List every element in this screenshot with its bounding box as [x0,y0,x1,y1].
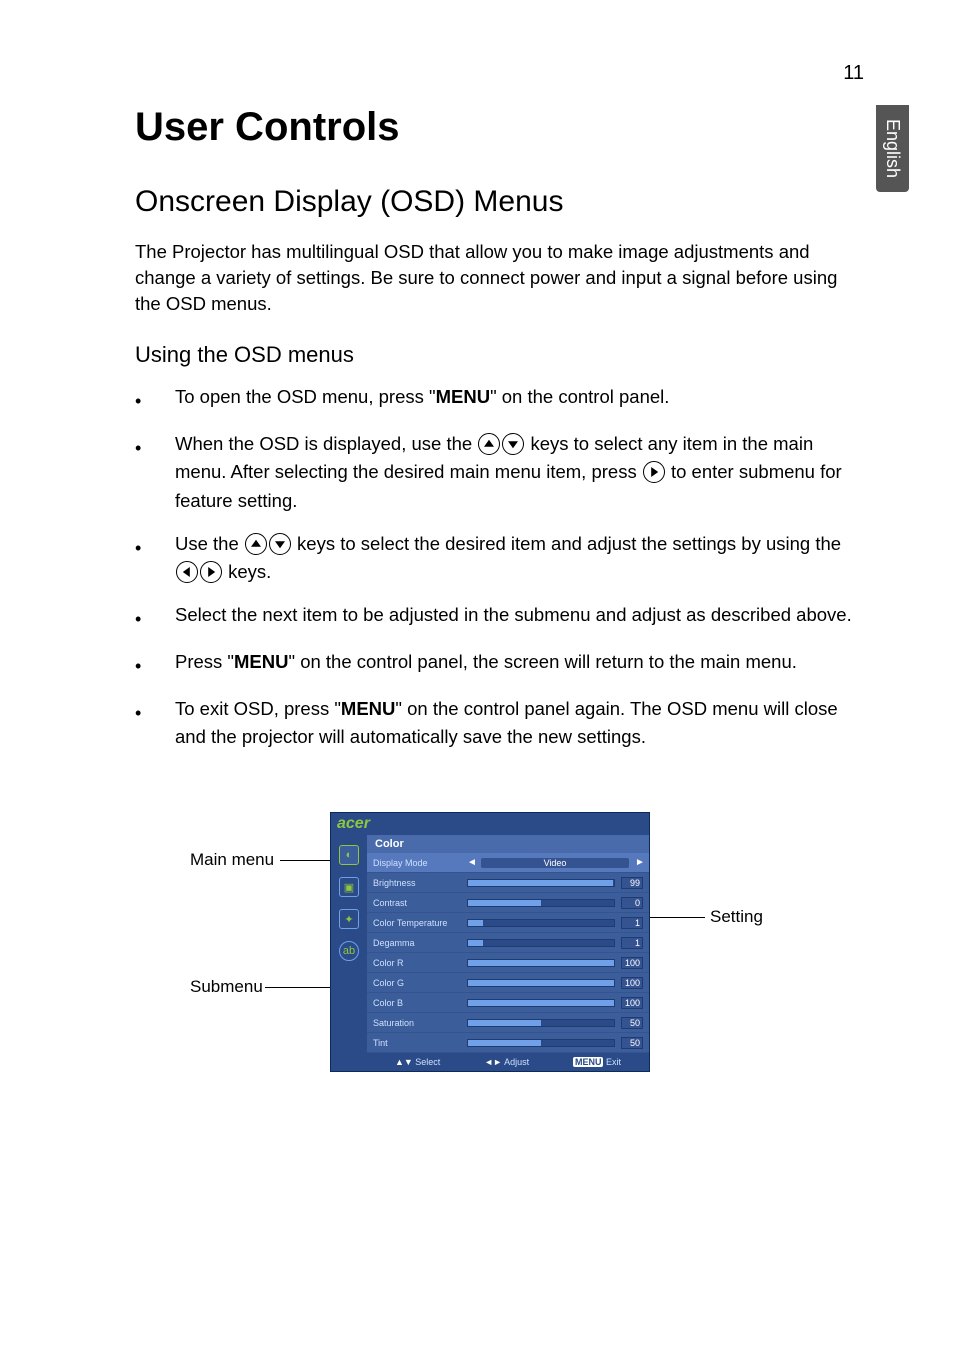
osd-value: 50 [621,1017,643,1029]
osd-label: Color Temperature [373,918,461,928]
osd-slider [467,999,615,1007]
heading-osd-menus: Onscreen Display (OSD) Menus [135,185,865,219]
osd-label: Degamma [373,938,461,948]
right-arrow-icon: ► [635,857,643,868]
osd-slider [467,1039,615,1047]
text: When the OSD is displayed, use the [175,433,477,454]
callout-main-menu: Main menu [190,850,274,870]
osd-row: Tint 50 [367,1033,649,1053]
osd-row: Color B 100 [367,993,649,1013]
heading-user-controls: User Controls [135,105,865,150]
osd-slider [467,939,615,947]
right-arrow-icon [200,561,222,583]
text: Use the [175,533,244,554]
osd-row-display-mode: Display Mode ◄ Video ► [367,853,649,873]
osd-row: Color G 100 [367,973,649,993]
osd-label: Contrast [373,898,461,908]
language-tab: English [876,105,909,192]
text: Press " [175,651,234,672]
bullet-icon: • [135,530,175,563]
osd-slider [467,959,615,967]
menu-label: MENU [436,386,490,407]
osd-main: Color Display Mode ◄ Video ► Brightness 9… [367,835,649,1071]
osd-label: Brightness [373,878,461,888]
text: Select the next item to be adjusted in t… [175,601,865,630]
osd-label: Display Mode [373,858,461,868]
osd-slider [467,1019,615,1027]
up-arrow-icon [245,533,267,555]
osd-value: 1 [621,917,643,929]
osd-label: Tint [373,1038,461,1048]
osd-value: 1 [621,937,643,949]
osd-mode-value: Video [481,858,629,868]
osd-label: Saturation [373,1018,461,1028]
menu-label: MENU [234,651,288,672]
text: " on the control panel. [490,386,669,407]
osd-row: Brightness 99 [367,873,649,893]
footer-adjust: ◄► Adjust [484,1057,529,1067]
osd-slider [467,979,615,987]
callout-submenu: Submenu [190,977,263,997]
footer-exit: MENU Exit [573,1057,621,1067]
left-arrow-icon: ◄ [467,857,475,868]
down-arrow-icon [502,433,524,455]
callout-line [645,917,705,918]
list-item: • When the OSD is displayed, use the key… [135,430,865,516]
osd-row: Degamma 1 [367,933,649,953]
osd-title: Color [367,835,649,853]
osd-value: 50 [621,1037,643,1049]
text: " on the control panel, the screen will … [288,651,796,672]
heading-using-osd: Using the OSD menus [135,342,865,368]
bullet-icon: • [135,648,175,681]
right-arrow-icon [643,461,665,483]
callout-setting: Setting [710,907,763,927]
acer-logo: acer [331,813,649,835]
bullet-icon: • [135,383,175,416]
text: keys to select the desired item and adju… [297,533,841,554]
down-arrow-icon [269,533,291,555]
instruction-list: • To open the OSD menu, press "MENU" on … [135,383,865,752]
text: To open the OSD menu, press " [175,386,436,407]
text: To exit OSD, press " [175,698,341,719]
osd-slider [467,879,615,887]
osd-label: Color B [373,998,461,1008]
bullet-icon: • [135,601,175,634]
osd-value: 100 [621,997,643,1009]
bullet-icon: • [135,695,175,728]
osd-footer: ▲▼ Select ◄► Adjust MENU Exit [367,1053,649,1071]
osd-figure: Main menu Submenu Setting acer ◐ ▣ ✦ ab … [135,812,865,1132]
osd-value: 0 [621,897,643,909]
osd-label: Color G [373,978,461,988]
osd-value: 100 [621,957,643,969]
osd-row: Saturation 50 [367,1013,649,1033]
osd-slider [467,919,615,927]
osd-label: Color R [373,958,461,968]
text: keys. [228,561,271,582]
osd-row: Color R 100 [367,953,649,973]
osd-row: Color Temperature 1 [367,913,649,933]
intro-paragraph: The Projector has multilingual OSD that … [135,239,865,317]
osd-row: Contrast 0 [367,893,649,913]
language-tab-icon: ab [339,941,359,961]
menu-label: MENU [341,698,395,719]
image-tab-icon: ▣ [339,877,359,897]
bullet-icon: • [135,430,175,463]
list-item: • To exit OSD, press "MENU" on the contr… [135,695,865,752]
up-arrow-icon [478,433,500,455]
page-number: 11 [843,62,864,85]
list-item: • Use the keys to select the desired ite… [135,530,865,587]
left-arrow-icon [176,561,198,583]
management-tab-icon: ✦ [339,909,359,929]
color-tab-icon: ◐ [339,845,359,865]
list-item: • Select the next item to be adjusted in… [135,601,865,634]
osd-value: 100 [621,977,643,989]
footer-select: ▲▼ Select [395,1057,440,1067]
osd-value: 99 [621,877,643,889]
osd-panel: acer ◐ ▣ ✦ ab Color Display Mode ◄ Video [330,812,650,1072]
osd-sidebar: ◐ ▣ ✦ ab [331,835,367,1071]
list-item: • To open the OSD menu, press "MENU" on … [135,383,865,416]
list-item: • Press "MENU" on the control panel, the… [135,648,865,681]
osd-slider [467,899,615,907]
